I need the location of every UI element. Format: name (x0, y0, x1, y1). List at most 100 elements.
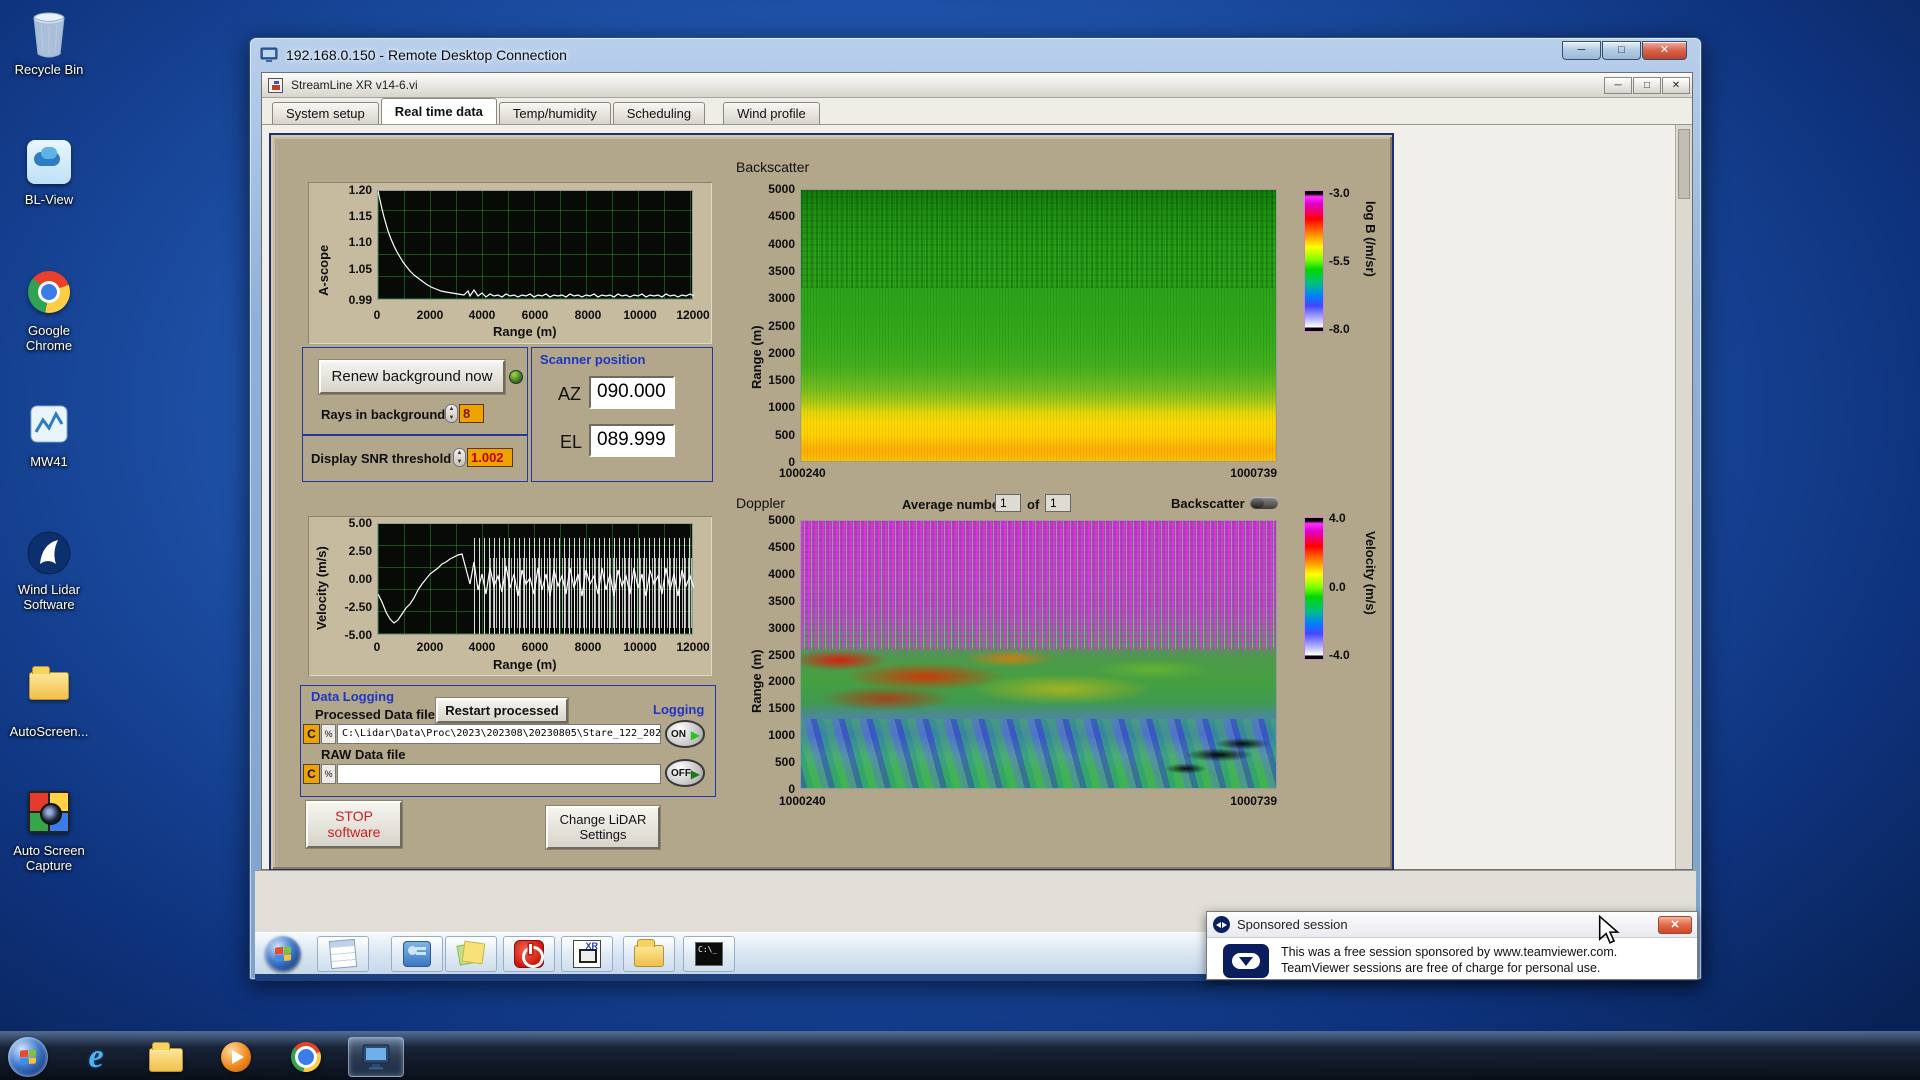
backscatter-toggle-switch[interactable] (1250, 497, 1278, 509)
desktop-icon-google-chrome[interactable]: Google Chrome (6, 268, 92, 353)
remote-start-button[interactable] (265, 936, 301, 972)
rdp-minimize-button[interactable]: ─ (1562, 41, 1601, 60)
raw-path-input[interactable] (337, 764, 661, 784)
desktop-icon-bl-view[interactable]: BL-View (6, 138, 92, 207)
taskbar-explorer[interactable] (142, 1037, 190, 1077)
stop-software-button[interactable]: STOP software (306, 801, 402, 848)
app-close-button[interactable]: ✕ (1662, 77, 1690, 94)
internet-explorer-icon: e (88, 1038, 104, 1075)
vertical-scrollbar[interactable] (1675, 125, 1692, 869)
rdp-titlebar[interactable]: 192.168.0.150 - Remote Desktop Connectio… (250, 38, 1701, 72)
mw41-icon (25, 402, 73, 450)
az-label: AZ (558, 384, 582, 404)
taskbar-media-player[interactable] (212, 1037, 260, 1077)
remote-taskbar-power-stop[interactable] (503, 936, 555, 972)
az-value[interactable]: 090.000 (589, 376, 675, 409)
ascope-ytick: 1.10 (348, 235, 372, 249)
rdp-close-button[interactable]: ✕ (1642, 41, 1687, 60)
remote-taskbar-system-settings[interactable] (391, 936, 443, 972)
teamviewer-message-line1: This was a free session sponsored by www… (1281, 945, 1618, 959)
desktop-icon-label: AutoScreen... (9, 724, 89, 739)
data-logging-panel: Data Logging Processed Data file Restart… (300, 685, 716, 797)
backscatter-section: Backscatter Range (m) 5000 4500 4000 350… (733, 159, 1396, 489)
desktop-icon-auto-screen-capture[interactable]: Auto Screen Capture (6, 788, 92, 873)
el-value[interactable]: 089.999 (589, 424, 675, 457)
processed-logging-toggle[interactable]: ON ▶ (665, 720, 705, 748)
tab-real-time-data[interactable]: Real time data (380, 98, 497, 124)
desktop-icon-label: Google Chrome (25, 323, 73, 353)
dop-ytick: 3500 (768, 594, 795, 608)
change-lidar-settings-button[interactable]: Change LiDAR Settings (546, 806, 660, 849)
average-count-input[interactable]: 1 (1045, 494, 1071, 512)
processed-path-input[interactable]: C:\Lidar\Data\Proc\2023\202308\20230805\… (337, 724, 661, 744)
processed-data-file-label: Processed Data file (315, 707, 435, 722)
doppler-section: Doppler Average number 1 of 1 Backscatte… (733, 493, 1396, 823)
processed-drive-box[interactable]: C (303, 724, 320, 744)
scanner-position-title: Scanner position (540, 352, 646, 367)
snr-value-box[interactable]: 1.002 (467, 448, 513, 467)
app-minimize-button[interactable]: ─ (1604, 77, 1632, 94)
teamviewer-close-button[interactable]: ✕ (1658, 916, 1692, 934)
host-taskbar: e ▲ (0, 1031, 1920, 1080)
ascope-xtick: 4000 (468, 308, 496, 322)
dop-ytick: 2500 (768, 648, 795, 662)
velocity-xlabel: Range (m) (493, 657, 557, 672)
renew-background-button[interactable]: Renew background now (319, 360, 505, 394)
main-panel: A-scope 1.20 1.15 1.10 1.05 0.99 0 2000 (269, 133, 1394, 871)
velocity-ytick: 5.00 (348, 516, 372, 530)
rdp-maximize-button[interactable]: □ (1602, 41, 1641, 60)
auto-screen-capture-icon (28, 791, 70, 833)
ascope-xtick: 6000 (521, 308, 549, 322)
restart-processed-file-button[interactable]: Restart processed file (436, 698, 568, 739)
desktop-icon-wind-lidar[interactable]: Wind Lidar Software (6, 530, 92, 612)
taskbar-internet-explorer[interactable]: e (72, 1037, 120, 1077)
rays-spinner[interactable]: ▲ ▼ (445, 404, 458, 423)
app-title: StreamLine XR v14-6.vi (291, 78, 418, 92)
bs-ytick: 500 (774, 428, 795, 442)
desktop-icon-mw41[interactable]: MW41 (6, 402, 92, 469)
desktop-icon-label: Wind Lidar Software (17, 582, 81, 612)
tab-system-setup[interactable]: System setup (272, 102, 379, 124)
notepad-icon (328, 938, 358, 970)
dop-ytick: 4500 (768, 540, 795, 554)
dop-ytick: 1500 (768, 701, 795, 715)
bs-ytick: 2500 (768, 319, 795, 333)
start-orb-icon (265, 936, 301, 972)
el-label: EL (560, 432, 583, 452)
tab-scheduling[interactable]: Scheduling (612, 102, 706, 124)
bs-x-start: 1000240 (779, 466, 826, 480)
teamviewer-popup-titlebar[interactable]: Sponsored session ✕ (1207, 912, 1697, 938)
raw-logging-toggle[interactable]: OFF ▶ (665, 759, 705, 787)
velocity-xtick: 2000 (416, 640, 444, 654)
taskbar-chrome[interactable] (282, 1037, 330, 1077)
snr-spinner[interactable]: ▲ ▼ (453, 448, 466, 467)
remote-taskbar-folder[interactable] (623, 936, 675, 972)
host-start-button[interactable] (4, 1037, 52, 1077)
tab-temp-humidity[interactable]: Temp/humidity (498, 102, 611, 124)
velocity-ytick: 0.00 (348, 572, 372, 586)
ascope-xtick: 0 (373, 308, 381, 322)
raw-browse-button[interactable]: % (321, 764, 336, 784)
tab-wind-profile[interactable]: Wind profile (723, 102, 820, 124)
teamviewer-popup: Sponsored session ✕ This was a free sess… (1206, 911, 1698, 980)
remote-taskbar-notepad[interactable] (317, 936, 369, 972)
desktop-icon-autoscreen-folder[interactable]: AutoScreen... (6, 660, 92, 739)
taskbar-rdp-active[interactable] (348, 1037, 404, 1077)
average-number-input[interactable]: 1 (995, 494, 1021, 512)
velocity-xtick: 10000 (623, 640, 657, 654)
app-titlebar[interactable]: StreamLine XR v14-6.vi ─ □ ✕ (262, 73, 1692, 98)
remote-taskbar-sticky-notes[interactable] (445, 936, 497, 972)
dop-ytick: 4000 (768, 567, 795, 581)
desktop-icon-label: BL-View (24, 192, 74, 207)
desktop-icon-recycle-bin[interactable]: Recycle Bin (6, 10, 92, 77)
rays-value-box[interactable]: 8 (459, 404, 484, 423)
processed-browse-button[interactable]: % (321, 724, 336, 744)
teamviewer-logo (1223, 944, 1269, 978)
backscatter-title: Backscatter (736, 159, 810, 175)
velocity-ytick: -2.50 (344, 600, 372, 614)
remote-taskbar-command-prompt[interactable]: C:\_ (683, 936, 735, 972)
app-maximize-button[interactable]: □ (1633, 77, 1661, 94)
bs-cbar-tick: -5.5 (1329, 254, 1350, 268)
remote-taskbar-streamline-xr[interactable]: XR (561, 936, 613, 972)
raw-drive-box[interactable]: C (303, 764, 320, 784)
